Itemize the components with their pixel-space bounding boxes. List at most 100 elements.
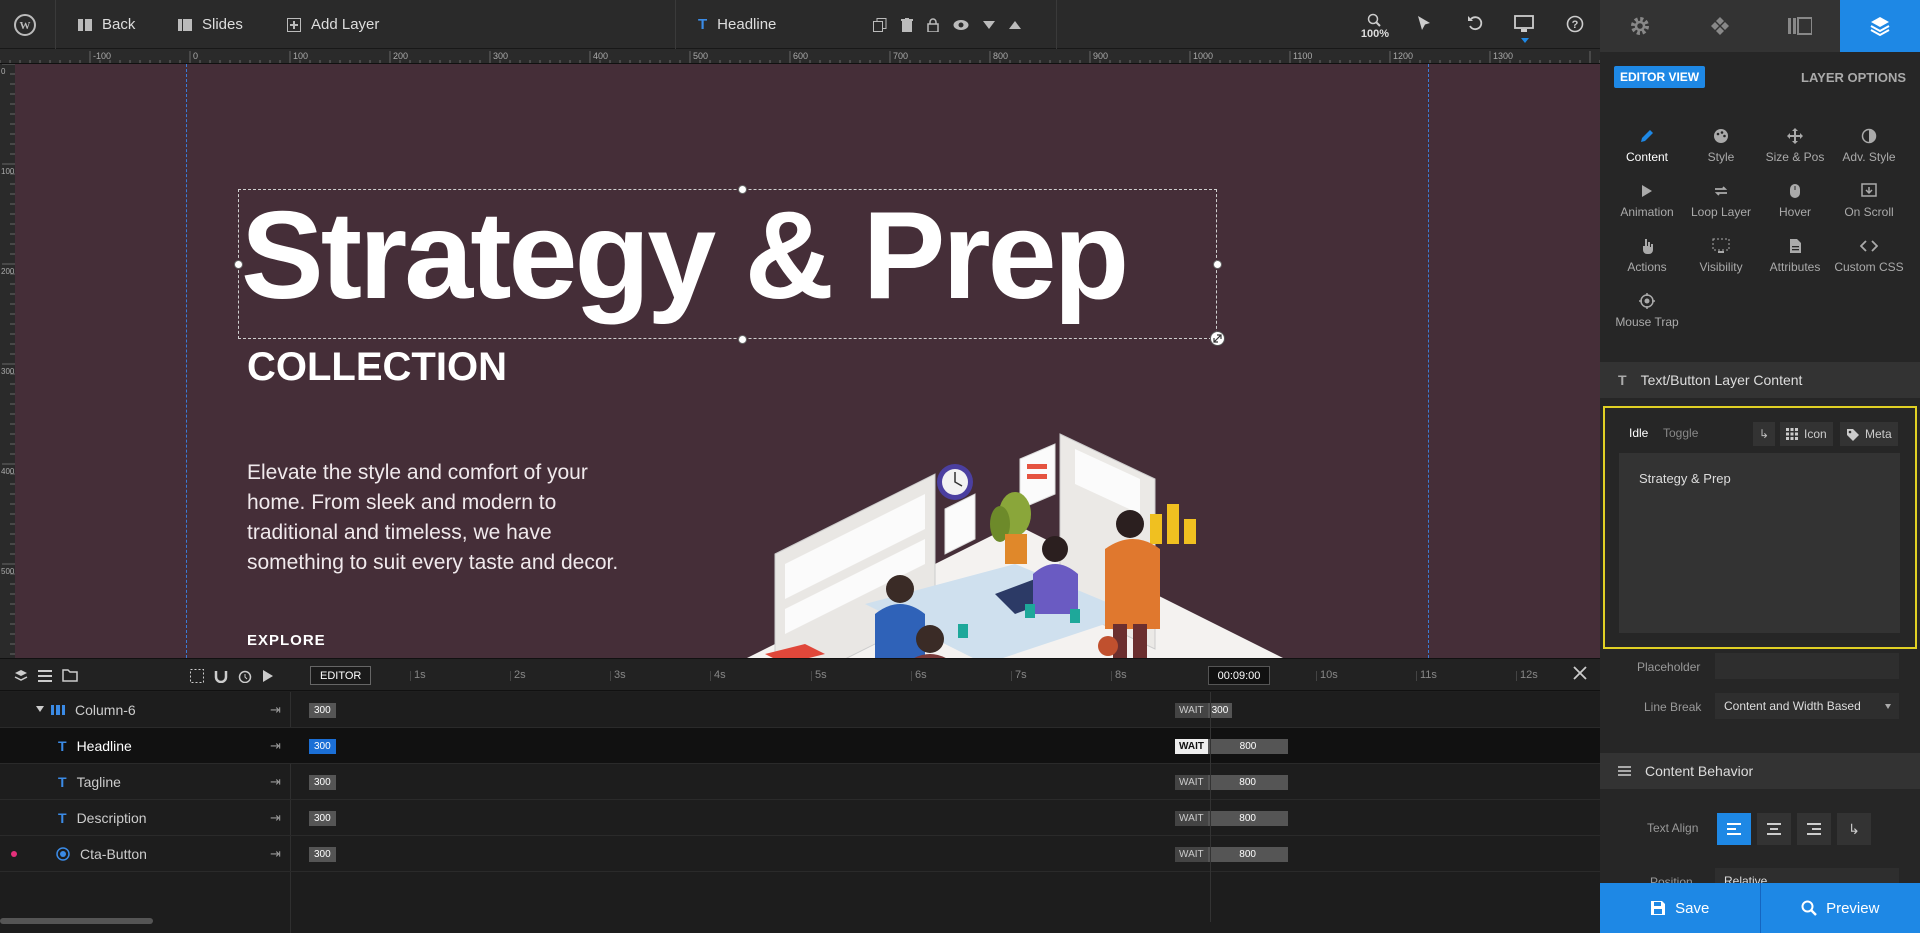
animation-bar[interactable]: WAIT 300 (1175, 703, 1233, 718)
preview-button[interactable]: Preview (1759, 883, 1920, 933)
align-right-button[interactable] (1797, 813, 1831, 845)
save-button[interactable]: Save (1600, 883, 1760, 933)
slide-canvas[interactable]: Strategy & Prep COLLECTION Elevate the s… (15, 64, 1600, 658)
align-left-button[interactable] (1717, 813, 1751, 845)
help-icon[interactable]: ? (1566, 15, 1584, 33)
animation-bar[interactable]: WAIT 800 (1175, 847, 1288, 862)
align-end-icon[interactable]: ⇥ (270, 846, 281, 862)
search-icon (1801, 900, 1817, 916)
timer-icon[interactable] (238, 669, 252, 683)
arrow-down-icon[interactable] (983, 20, 995, 29)
option-label: Loop Layer (1690, 205, 1752, 219)
layers-icon[interactable] (14, 669, 28, 683)
timeline-toolbar: EDITOR 1s 2s 3s 4s 5s 6s 7s 8s 10s 11s 12s 00:09:0… (0, 658, 1600, 691)
option-on-scroll[interactable]: On Scroll (1832, 181, 1906, 219)
option-loop-layer[interactable]: Loop Layer (1684, 181, 1758, 219)
option-attributes[interactable]: Attributes (1758, 236, 1832, 274)
animation-bar[interactable]: WAIT 800 (1175, 811, 1288, 826)
timeline-row-column[interactable]: Column-6 ⇥ 300 WAIT 300 (0, 692, 1600, 728)
undo-icon[interactable] (1467, 15, 1483, 31)
option-adv-style[interactable]: Adv. Style (1832, 126, 1906, 164)
timeline-row-headline[interactable]: T Headline ⇥ 300 WAIT 800 (0, 728, 1600, 764)
option-content[interactable]: Content (1610, 126, 1684, 164)
line-break-select[interactable]: Content and Width Based (1715, 693, 1899, 719)
editor-view-badge[interactable]: EDITOR VIEW (1614, 66, 1706, 88)
column-icon (51, 705, 65, 715)
slide-cta-button[interactable]: EXPLORE (247, 632, 326, 649)
timeline-row-tagline[interactable]: T Tagline ⇥ 300 WAIT 800 (0, 764, 1600, 800)
resize-corner-handle[interactable] (1210, 331, 1225, 346)
back-button[interactable]: Back (78, 0, 135, 49)
slides-button[interactable]: Slides (178, 0, 243, 49)
lock-icon[interactable] (927, 17, 939, 32)
folder-icon[interactable] (62, 669, 78, 682)
timeline-tick (1516, 671, 1517, 681)
align-end-icon[interactable]: ⇥ (270, 702, 281, 718)
option-mouse-trap[interactable]: Mouse Trap (1610, 291, 1684, 329)
option-custom-css[interactable]: Custom CSS (1832, 236, 1906, 274)
add-layer-label: Add Layer (311, 16, 380, 33)
add-layer-button[interactable]: Add Layer (287, 0, 379, 49)
option-visibility[interactable]: Visibility (1684, 236, 1758, 274)
align-justify-button[interactable]: ↳ (1837, 813, 1871, 845)
text-align-label: Text Align (1647, 821, 1699, 835)
align-end-icon[interactable]: ⇥ (270, 810, 281, 826)
collapse-caret-icon[interactable] (36, 706, 44, 712)
timeline-row-cta-button[interactable]: Cta-Button ⇥ 300 WAIT 800 (0, 836, 1600, 872)
timeline-editor-button[interactable]: EDITOR (310, 666, 372, 685)
start-time-badge[interactable]: 300 (309, 703, 336, 718)
snap-grid-icon[interactable] (190, 668, 204, 683)
arrow-up-icon[interactable] (1009, 20, 1021, 29)
animation-bar[interactable]: WAIT 800 (1175, 739, 1288, 754)
desktop-icon[interactable] (1514, 15, 1534, 33)
current-time-display[interactable]: 00:09:00 (1208, 666, 1270, 685)
tab-toggle[interactable]: Toggle (1663, 426, 1698, 440)
resize-handle-bottom[interactable] (738, 335, 747, 344)
magnet-icon[interactable] (214, 669, 228, 683)
start-time-badge[interactable]: 300 (309, 847, 336, 862)
layer-text-editor[interactable]: Strategy & Prep (1619, 453, 1900, 633)
align-center-button[interactable] (1757, 813, 1791, 845)
tab-idle[interactable]: Idle (1629, 426, 1648, 440)
close-icon[interactable] (1572, 665, 1588, 681)
tab-layers[interactable] (1840, 0, 1920, 52)
option-style[interactable]: Style (1684, 126, 1758, 164)
list-icon[interactable] (38, 669, 52, 682)
duplicate-icon[interactable] (873, 17, 887, 32)
align-right-icon (1807, 823, 1821, 835)
section-text-content[interactable]: T Text/Button Layer Content (1600, 362, 1920, 398)
start-time-badge[interactable]: 300 (309, 811, 336, 826)
option-hover[interactable]: Hover (1758, 181, 1832, 219)
insert-meta-button[interactable]: Meta (1840, 422, 1898, 446)
play-icon[interactable] (262, 669, 274, 683)
slide-description[interactable]: Elevate the style and comfort of your ho… (247, 458, 647, 578)
timeline-row-description[interactable]: T Description ⇥ 300 WAIT 800 (0, 800, 1600, 836)
tab-slides[interactable] (1760, 0, 1840, 52)
tab-navigation[interactable] (1680, 0, 1760, 52)
animation-bar[interactable]: WAIT 800 (1175, 775, 1288, 790)
layer-options-panel: EDITOR VIEW LAYER OPTIONS Content Style Si… (1600, 0, 1920, 933)
slide-tagline[interactable]: COLLECTION (247, 345, 507, 390)
zoom-icon[interactable] (1367, 13, 1381, 27)
playhead-line[interactable] (1210, 692, 1211, 922)
align-end-icon[interactable]: ⇥ (270, 738, 281, 754)
resize-handle-right[interactable] (1213, 260, 1222, 269)
placeholder-input[interactable] (1715, 653, 1899, 679)
current-layer-name[interactable]: T Headline (698, 0, 776, 49)
section-content-behavior[interactable]: Content Behavior (1600, 753, 1920, 789)
eye-icon[interactable] (953, 19, 969, 31)
start-time-badge[interactable]: 300 (309, 739, 336, 754)
slide-headline[interactable]: Strategy & Prep (241, 194, 1129, 318)
wordpress-button[interactable]: W (14, 0, 36, 49)
insert-icon-button[interactable]: Icon (1780, 422, 1833, 446)
align-end-icon[interactable]: ⇥ (270, 774, 281, 790)
horizontal-scrollbar[interactable] (0, 918, 153, 924)
start-time-badge[interactable]: 300 (309, 775, 336, 790)
tab-settings[interactable] (1600, 0, 1680, 52)
option-size-pos[interactable]: Size & Pos (1758, 126, 1832, 164)
line-break-button[interactable]: ↳ (1753, 422, 1776, 446)
option-actions[interactable]: Actions (1610, 236, 1684, 274)
trash-icon[interactable] (901, 17, 913, 32)
cursor-icon[interactable] (1416, 15, 1432, 33)
option-animation[interactable]: Animation (1610, 181, 1684, 219)
